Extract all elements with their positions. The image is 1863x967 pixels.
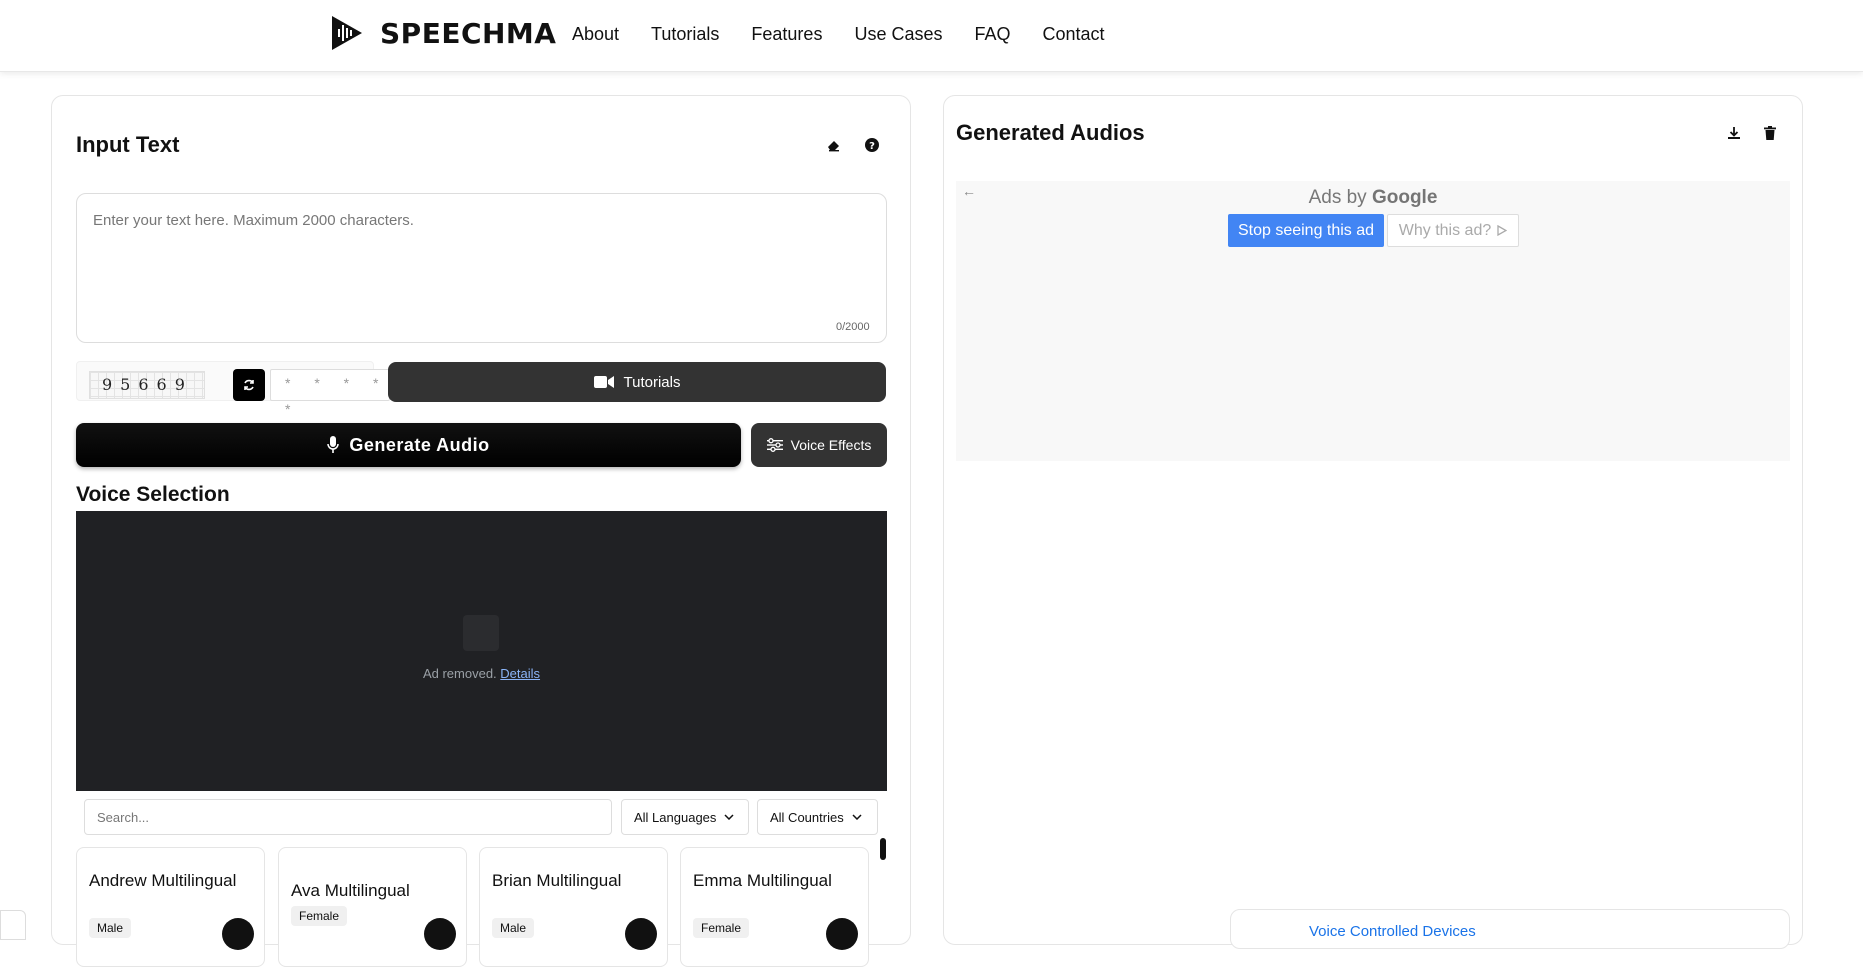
- ad-details-link[interactable]: Details: [500, 666, 540, 681]
- gender-badge: Male: [492, 918, 535, 938]
- voice-list-scrollbar[interactable]: [880, 838, 886, 860]
- ads-by-google: Ads by Google: [956, 187, 1790, 209]
- brand[interactable]: SPEECHMA: [330, 14, 556, 52]
- voice-effects-button[interactable]: Voice Effects: [751, 423, 887, 467]
- input-text-title: Input Text: [76, 132, 180, 157]
- nav-about[interactable]: About: [572, 24, 619, 45]
- chevron-down-icon: [852, 814, 862, 820]
- generate-audio-button[interactable]: Generate Audio: [76, 423, 741, 467]
- play-button-icon[interactable]: [424, 918, 456, 950]
- captcha-box: 95669 * * * * *: [76, 361, 390, 417]
- speechma-logo-icon: [332, 16, 362, 50]
- nav-faq[interactable]: FAQ: [974, 24, 1010, 45]
- char-count: 0/2000: [836, 321, 870, 333]
- help-icon[interactable]: ?: [862, 135, 882, 155]
- eraser-icon[interactable]: [824, 135, 844, 155]
- refresh-icon: [244, 379, 254, 391]
- language-select[interactable]: All Languages: [621, 799, 749, 835]
- ad-removed-message: Ad removed. Details: [76, 666, 887, 681]
- input-panel: Input Text ? Enter your text here. Maxim…: [51, 95, 911, 967]
- why-this-ad-label: Why this ad?: [1398, 221, 1492, 239]
- svg-text:?: ?: [869, 141, 875, 152]
- stop-seeing-ad-button[interactable]: Stop seeing this ad: [1228, 214, 1384, 247]
- sliders-icon: [766, 438, 783, 452]
- voice-selection-title: Voice Selection: [76, 483, 230, 506]
- nav-contact[interactable]: Contact: [1043, 24, 1105, 45]
- voice-name: Andrew Multilingual: [89, 871, 237, 890]
- country-select-value: All Countries: [770, 809, 844, 825]
- voice-effects-label: Voice Effects: [790, 437, 872, 453]
- voice-name: Brian Multilingual: [492, 871, 622, 890]
- language-select-value: All Languages: [634, 809, 717, 825]
- download-icon[interactable]: [1724, 123, 1744, 143]
- voice-search-input[interactable]: Search...: [84, 799, 612, 835]
- voice-card-ava[interactable]: Ava Multilingual Female: [278, 847, 467, 967]
- tutorials-button[interactable]: Tutorials: [388, 362, 886, 402]
- text-input-area[interactable]: Enter your text here. Maximum 2000 chara…: [76, 193, 887, 343]
- play-button-icon[interactable]: [826, 918, 858, 950]
- nav-tutorials[interactable]: Tutorials: [651, 24, 719, 45]
- generate-audio-label: Generate Audio: [349, 434, 490, 455]
- ads-by-text: Ads by: [1308, 187, 1367, 208]
- gender-badge: Female: [291, 906, 348, 926]
- trash-icon[interactable]: [1760, 123, 1780, 143]
- tutorials-button-label: Tutorials: [623, 373, 681, 391]
- why-this-ad-button[interactable]: Why this ad?: [1387, 214, 1519, 247]
- ad-removed-text: Ad removed.: [422, 666, 497, 681]
- gender-badge: Female: [693, 918, 750, 938]
- microphone-icon: [327, 436, 340, 453]
- voice-card-emma[interactable]: Emma Multilingual Female: [680, 847, 869, 967]
- google-ad-panel: ← Ads by Google Stop seeing this ad Why …: [956, 181, 1790, 461]
- play-triangle-icon: [1497, 225, 1508, 236]
- generated-audios-panel: Generated Audios ← Ads by Google Stop se…: [943, 95, 1803, 945]
- nav-features[interactable]: Features: [751, 24, 822, 45]
- nav-use-cases[interactable]: Use Cases: [854, 24, 942, 45]
- brand-name: SPEECHMA: [380, 16, 557, 50]
- side-widget-tab[interactable]: [0, 910, 26, 940]
- captcha-image: 95669: [89, 371, 205, 399]
- captcha-refresh-button[interactable]: [233, 369, 265, 401]
- floating-ad-widget[interactable]: Voice Controlled Devices: [1230, 909, 1790, 949]
- voice-card-brian[interactable]: Brian Multilingual Male: [479, 847, 668, 967]
- gender-badge: Male: [89, 918, 132, 938]
- voice-card-andrew[interactable]: Andrew Multilingual Male: [76, 847, 265, 967]
- ad-placeholder-icon: [463, 615, 499, 651]
- ad-removed-panel: Ad removed. Details: [76, 511, 887, 791]
- video-camera-icon: [593, 376, 614, 388]
- country-select[interactable]: All Countries: [757, 799, 878, 835]
- chevron-down-icon: [724, 814, 734, 820]
- top-navbar: SPEECHMA About Tutorials Features Use Ca…: [0, 0, 1863, 72]
- play-button-icon[interactable]: [222, 918, 254, 950]
- generated-audios-title: Generated Audios: [956, 120, 1145, 145]
- voice-name: Emma Multilingual: [693, 871, 832, 890]
- play-button-icon[interactable]: [625, 918, 657, 950]
- captcha-input[interactable]: * * * * *: [270, 369, 390, 417]
- floating-ad-text: Voice Controlled Devices: [1309, 923, 1476, 940]
- voice-name: Ava Multilingual: [291, 881, 410, 900]
- google-wordmark: Google: [1371, 187, 1438, 208]
- main-nav: About Tutorials Features Use Cases FAQ C…: [572, 24, 1105, 45]
